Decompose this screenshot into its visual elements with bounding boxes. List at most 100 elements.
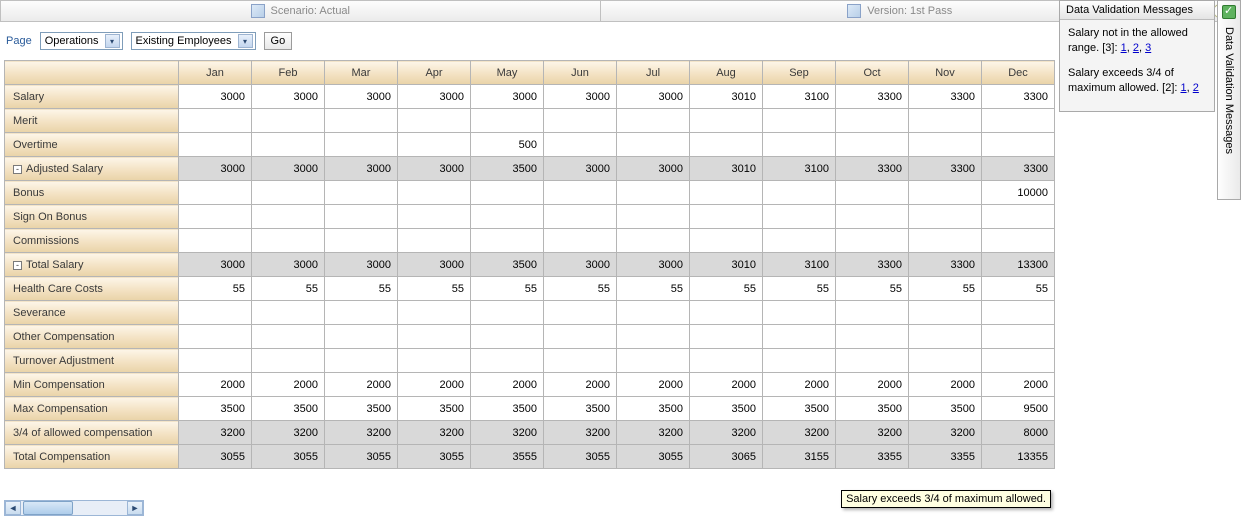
data-cell[interactable] [325,325,398,349]
data-cell[interactable] [179,349,252,373]
column-header[interactable]: Jan [179,61,252,85]
data-cell[interactable] [252,109,325,133]
column-header[interactable]: Aug [690,61,763,85]
data-cell[interactable] [544,301,617,325]
data-cell[interactable]: 3300 [909,253,982,277]
data-cell[interactable] [617,325,690,349]
data-cell[interactable]: 3300 [909,157,982,181]
data-cell[interactable]: 3200 [836,421,909,445]
data-cell[interactable]: 55 [471,277,544,301]
data-cell[interactable]: 3055 [398,445,471,469]
data-cell[interactable] [398,301,471,325]
data-cell[interactable] [763,349,836,373]
data-cell[interactable] [471,205,544,229]
validation-side-tab[interactable]: Data Validation Messages [1217,0,1241,200]
data-cell[interactable] [909,349,982,373]
data-cell[interactable] [763,301,836,325]
data-cell[interactable]: 3200 [690,421,763,445]
data-cell[interactable]: 3500 [398,397,471,421]
data-cell[interactable]: 3000 [617,85,690,109]
validation-link[interactable]: 3 [1145,42,1151,54]
dimension1-select[interactable]: Operations ▾ [40,32,123,50]
row-header[interactable]: Other Compensation [5,325,179,349]
data-cell[interactable] [398,181,471,205]
data-cell[interactable] [179,325,252,349]
data-cell[interactable]: 3010 [690,85,763,109]
data-cell[interactable] [179,133,252,157]
data-cell[interactable]: 2000 [763,373,836,397]
data-cell[interactable] [398,349,471,373]
data-cell[interactable] [179,301,252,325]
data-cell[interactable]: 3055 [252,445,325,469]
data-cell[interactable] [325,205,398,229]
data-cell[interactable] [982,133,1055,157]
data-cell[interactable] [836,109,909,133]
data-cell[interactable] [690,205,763,229]
data-cell[interactable] [690,325,763,349]
data-grid[interactable]: JanFebMarAprMayJunJulAugSepOctNovDec Sal… [4,60,1055,469]
column-header[interactable]: Sep [763,61,836,85]
data-cell[interactable]: 3000 [325,85,398,109]
data-cell[interactable]: 3300 [982,85,1055,109]
data-cell[interactable]: 3200 [252,421,325,445]
data-cell[interactable] [544,349,617,373]
data-cell[interactable]: 3200 [763,421,836,445]
data-cell[interactable] [617,205,690,229]
data-cell[interactable]: 55 [763,277,836,301]
data-cell[interactable] [179,205,252,229]
collapse-icon[interactable]: - [13,165,22,174]
data-cell[interactable]: 3500 [617,397,690,421]
data-cell[interactable] [982,229,1055,253]
data-cell[interactable]: 8000 [982,421,1055,445]
data-cell[interactable]: 3200 [909,421,982,445]
row-header[interactable]: Sign On Bonus [5,205,179,229]
data-cell[interactable] [836,205,909,229]
data-cell[interactable]: 3555 [471,445,544,469]
data-cell[interactable]: 3065 [690,445,763,469]
data-cell[interactable]: 3000 [179,157,252,181]
data-cell[interactable]: 3355 [909,445,982,469]
column-header[interactable]: Apr [398,61,471,85]
data-cell[interactable] [909,229,982,253]
data-cell[interactable] [179,181,252,205]
data-cell[interactable] [763,109,836,133]
data-cell[interactable]: 3010 [690,157,763,181]
data-cell[interactable]: 9500 [982,397,1055,421]
data-cell[interactable]: 3000 [544,157,617,181]
data-cell[interactable] [617,133,690,157]
data-cell[interactable] [982,349,1055,373]
data-cell[interactable] [179,229,252,253]
data-cell[interactable] [398,109,471,133]
data-cell[interactable]: 3500 [909,397,982,421]
data-cell[interactable]: 3500 [690,397,763,421]
data-cell[interactable]: 3500 [471,253,544,277]
data-cell[interactable] [544,205,617,229]
data-cell[interactable] [325,349,398,373]
data-cell[interactable] [398,205,471,229]
data-cell[interactable]: 3500 [325,397,398,421]
data-cell[interactable]: 3000 [252,85,325,109]
data-cell[interactable]: 3300 [836,253,909,277]
data-cell[interactable]: 13300 [982,253,1055,277]
data-cell[interactable] [763,325,836,349]
data-cell[interactable]: 2000 [179,373,252,397]
collapse-icon[interactable]: - [13,261,22,270]
data-cell[interactable]: 2000 [982,373,1055,397]
row-header[interactable]: Bonus [5,181,179,205]
data-cell[interactable] [617,301,690,325]
row-header[interactable]: Health Care Costs [5,277,179,301]
validation-link[interactable]: 2 [1133,42,1139,54]
scroll-left-icon[interactable]: ◄ [5,501,21,515]
data-cell[interactable]: 55 [325,277,398,301]
data-cell[interactable]: 2000 [544,373,617,397]
data-cell[interactable]: 2000 [909,373,982,397]
data-cell[interactable] [690,349,763,373]
row-header[interactable]: 3/4 of allowed compensation [5,421,179,445]
data-cell[interactable]: 3000 [544,85,617,109]
data-cell[interactable] [325,181,398,205]
dimension2-select[interactable]: Existing Employees ▾ [131,32,256,50]
data-cell[interactable]: 500 [471,133,544,157]
data-cell[interactable] [471,349,544,373]
data-cell[interactable] [690,229,763,253]
data-cell[interactable]: 3100 [763,157,836,181]
